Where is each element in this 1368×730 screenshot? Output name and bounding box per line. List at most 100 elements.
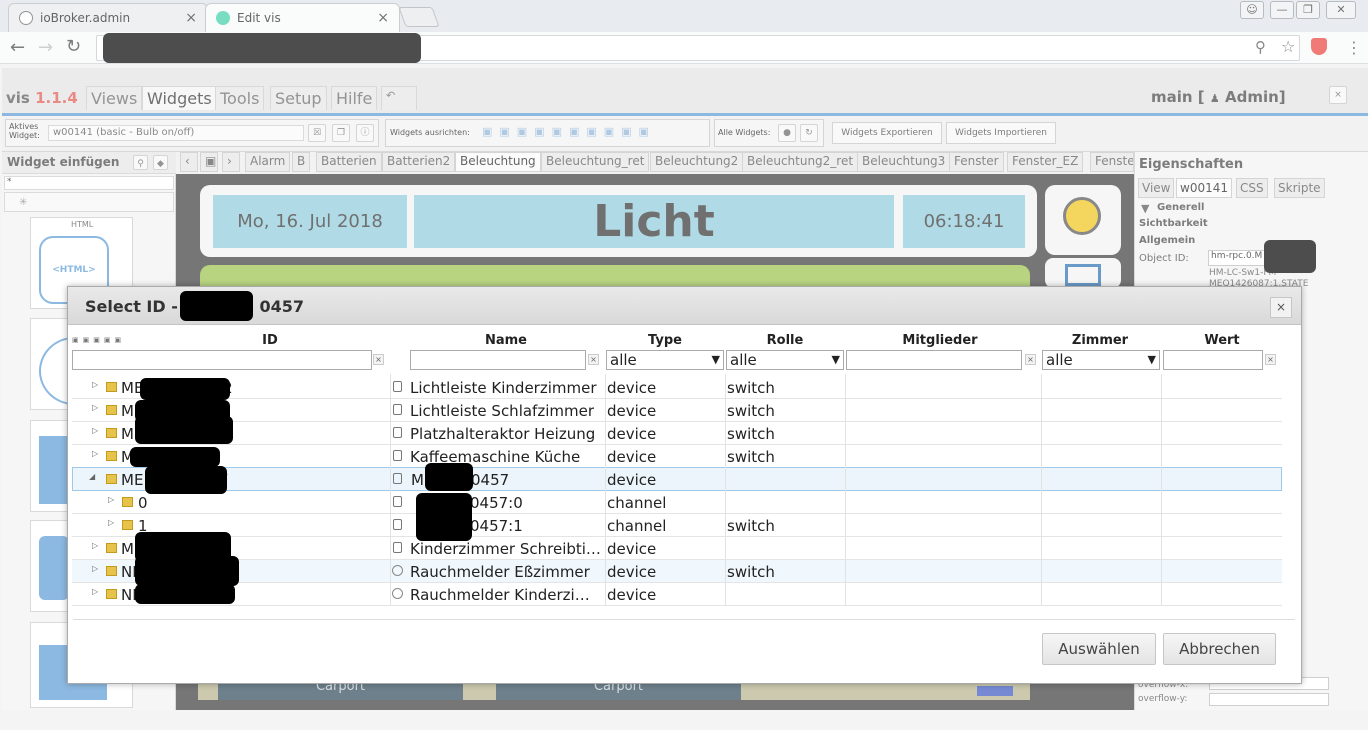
type-filter-value: alle: [610, 351, 637, 369]
folder-icon: [106, 428, 117, 438]
device-icon: [393, 450, 402, 461]
dialog-close-button[interactable]: ×: [1270, 297, 1292, 318]
type-filter-select[interactable]: alle ▼: [606, 350, 724, 370]
collapse-icon[interactable]: ◢: [89, 472, 95, 481]
row-type: device: [607, 425, 657, 443]
col-divider: [845, 374, 846, 606]
expand-icon[interactable]: ▷: [92, 449, 98, 458]
folder-icon: [106, 474, 117, 484]
table-row[interactable]: ▷ 1 0457:1 channel switch: [72, 514, 1282, 537]
row-rolle: switch: [727, 448, 775, 466]
folder-icon: [106, 589, 117, 599]
folder-icon: [122, 497, 133, 507]
table-row[interactable]: ▷ ME Kinderzimmer Schreibti… device: [72, 537, 1282, 560]
row-id: ME: [121, 471, 144, 489]
col-header-rolle[interactable]: Rolle: [750, 333, 820, 348]
rolle-filter-select[interactable]: alle ▼: [726, 350, 844, 370]
table-row[interactable]: ▷ 0 0457:0 channel: [72, 491, 1282, 514]
clear-name-filter-icon[interactable]: ×: [588, 354, 599, 365]
clear-id-filter-icon[interactable]: ×: [373, 354, 384, 365]
col-header-mitglieder[interactable]: Mitglieder: [890, 333, 990, 348]
table-row[interactable]: ▷ ME 952 Lichtleiste Kinderzimmer device…: [72, 376, 1282, 399]
folder-icon: [122, 520, 133, 530]
wert-filter-input[interactable]: [1163, 350, 1263, 370]
row-type: device: [607, 563, 657, 581]
dropdown-arrow-icon: ▼: [831, 353, 840, 366]
row-type: device: [607, 402, 657, 420]
redacted-name: [416, 493, 472, 541]
row-name: Rauchmelder Eßzimmer: [410, 563, 590, 581]
folder-icon: [106, 405, 117, 415]
table-row[interactable]: ▷ NE Rauchmelder Eßzimmer device switch: [72, 560, 1282, 583]
smoke-detector-icon: [392, 565, 403, 576]
table-row[interactable]: ▷ ME Platzhalteraktor Heizung device swi…: [72, 422, 1282, 445]
row-name: Lichtleiste Kinderzimmer: [410, 379, 597, 397]
dropdown-arrow-icon: ▼: [711, 353, 720, 366]
folder-icon: [106, 566, 117, 576]
clear-wert-filter-icon[interactable]: ×: [1265, 354, 1276, 365]
redacted-title-id: [180, 291, 253, 321]
dropdown-arrow-icon: ▼: [1147, 353, 1156, 366]
col-divider: [390, 374, 391, 606]
col-header-type[interactable]: Type: [630, 333, 700, 348]
expand-icon[interactable]: ▷: [92, 380, 98, 389]
expand-icon[interactable]: ▷: [92, 541, 98, 550]
expand-icon[interactable]: ▷: [92, 403, 98, 412]
folder-icon: [106, 543, 117, 553]
col-divider: [725, 374, 726, 606]
clear-mitglieder-filter-icon[interactable]: ×: [1025, 354, 1036, 365]
device-icon: [393, 427, 402, 438]
row-type: device: [607, 540, 657, 558]
expand-icon[interactable]: ▷: [92, 426, 98, 435]
device-icon: [393, 381, 402, 392]
row-rolle: switch: [727, 402, 775, 420]
row-name: Platzhalteraktor Heizung: [410, 425, 596, 443]
row-rolle: switch: [727, 425, 775, 443]
dialog-title-suffix: 0457: [259, 297, 304, 316]
col-header-name[interactable]: Name: [470, 333, 542, 348]
row-name-tail: 0457:1: [470, 517, 523, 535]
table-row[interactable]: ▷ ME Lichtleiste Schlafzimmer device swi…: [72, 399, 1282, 422]
row-name: Kinderzimmer Schreibti…: [410, 540, 601, 558]
dialog-title-text: Select ID -: [85, 297, 178, 316]
row-name-tail: 0457: [471, 471, 510, 489]
device-icon: [393, 473, 402, 484]
name-filter-input[interactable]: [410, 350, 586, 370]
rolle-filter-value: alle: [730, 351, 757, 369]
id-filter-input[interactable]: [72, 350, 372, 370]
table-row[interactable]: ▷ ME Kaffeemaschine Küche device switch: [72, 445, 1282, 468]
mitglieder-filter-input[interactable]: [846, 350, 1022, 370]
row-type: channel: [607, 517, 667, 535]
row-name-tail: 0457:0: [470, 494, 523, 512]
dialog-footer-divider: [73, 619, 1295, 620]
col-header-wert[interactable]: Wert: [1192, 333, 1252, 348]
row-rolle: switch: [727, 379, 775, 397]
col-divider: [1041, 374, 1042, 606]
folder-icon: [106, 451, 117, 461]
channel-icon: [393, 496, 402, 507]
table-row[interactable]: ▷ NE Rauchmelder Kinderzi… device: [72, 583, 1282, 606]
tree-toolbar-icons[interactable]: ▣▣▣▣▣: [72, 336, 147, 347]
redacted-name: [425, 463, 473, 491]
row-name: M: [411, 471, 424, 489]
row-id: 0: [138, 494, 148, 512]
redacted-id: [140, 378, 230, 400]
row-type: device: [607, 471, 657, 489]
table-row-selected[interactable]: ◢ ME 7 M 0457 device: [72, 467, 1282, 491]
col-header-id[interactable]: ID: [240, 333, 300, 348]
redacted-id: [135, 416, 233, 444]
expand-icon[interactable]: ▷: [108, 518, 114, 527]
expand-icon[interactable]: ▷: [92, 587, 98, 596]
expand-icon[interactable]: ▷: [92, 564, 98, 573]
row-type: device: [607, 448, 657, 466]
expand-icon[interactable]: ▷: [108, 495, 114, 504]
zimmer-filter-select[interactable]: alle ▼: [1042, 350, 1160, 370]
zimmer-filter-value: alle: [1046, 351, 1073, 369]
redacted-id: [135, 584, 235, 604]
cancel-button[interactable]: Abbrechen: [1163, 633, 1276, 665]
folder-icon: [106, 382, 117, 392]
redacted-id: [135, 556, 239, 586]
select-button[interactable]: Auswählen: [1042, 633, 1156, 665]
col-header-zimmer[interactable]: Zimmer: [1060, 333, 1140, 348]
col-divider: [605, 374, 606, 606]
